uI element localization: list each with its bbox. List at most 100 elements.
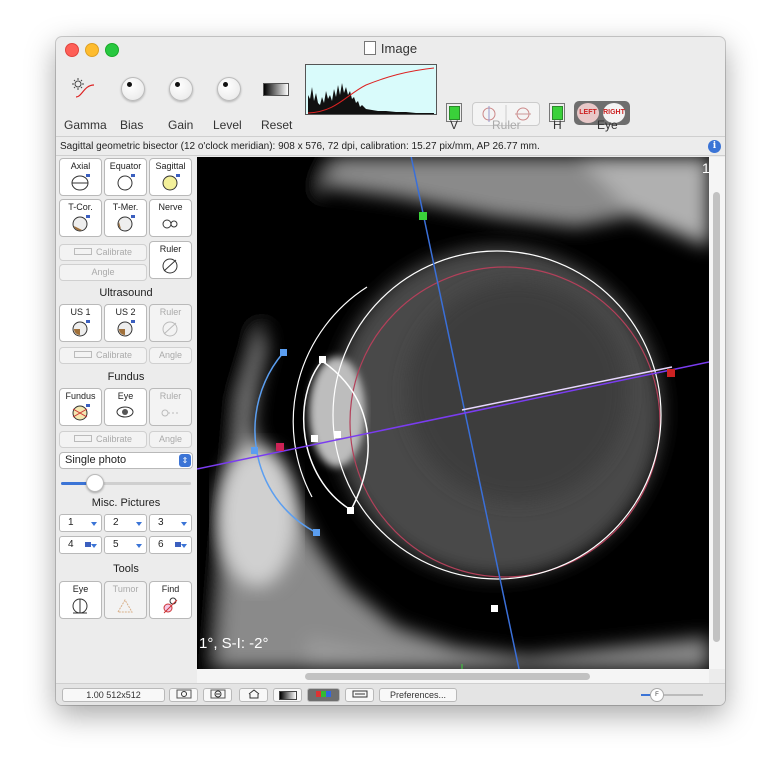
vertical-scroll-thumb[interactable] [713,192,720,642]
chevron-down-icon [181,544,187,548]
view-tcor-button[interactable]: T-Cor. [59,199,102,237]
angle-button[interactable]: Angle [59,264,147,281]
gain-label: Gain [168,118,194,132]
marker-pink[interactable] [276,443,284,451]
fit-width-icon [352,690,367,698]
us-ruler-icon [162,321,178,337]
reset-label: Reset [261,118,293,132]
document-icon [363,41,376,55]
view-sagittal-label: Sagittal [155,161,186,171]
image-window: Image Gamma Bias Gain Level Reset V Rule… [56,37,725,705]
ruler-tool-icon [162,258,178,274]
horizontal-scrollbar[interactable] [197,669,709,683]
fundus-eye-button[interactable]: Eye [104,388,147,426]
info-bar: Sagittal geometric bisector (12 o'clock … [56,136,725,156]
histogram[interactable] [305,64,437,115]
misc-picture-2[interactable]: 2 [104,514,147,532]
left-eye-button[interactable]: LEFT [577,103,599,123]
zoom-out-icon [176,689,191,699]
marker-lens-left[interactable] [311,435,318,442]
photo-mode-select[interactable]: Single photo ⇕ [59,452,193,469]
horizontal-scroll-thumb[interactable] [305,673,590,680]
info-icon[interactable]: i [708,140,721,153]
fundus-ruler-button[interactable]: Ruler [149,388,192,426]
ruler-tool-button[interactable]: Ruler [149,241,192,279]
marker-lens-bottom[interactable] [347,507,354,514]
misc-picture-4[interactable]: 4 [59,536,102,554]
tool-find-button[interactable]: Find [149,581,192,619]
fundus-calibrate-label: Calibrate [95,434,133,444]
chevron-down-icon [136,522,142,526]
eye-measure-icon [72,598,88,614]
zoom-out-button[interactable] [169,688,198,702]
fundus-ruler-icon [161,409,180,417]
zoom-in-button[interactable] [203,688,232,702]
us2-button[interactable]: US 2 [104,304,147,342]
image-viewer[interactable]: 1 1°, S-I: -2° [197,157,709,669]
marker-lens-top[interactable] [319,356,326,363]
level-knob[interactable] [217,77,241,101]
ruler-label: Ruler [492,118,521,132]
color-channels-button[interactable] [307,688,340,702]
fundus-calibrate-button[interactable]: Calibrate [59,431,147,448]
misc-picture-6[interactable]: 6 [149,536,192,554]
zoom-in-icon [210,689,225,699]
bias-knob[interactable] [121,77,145,101]
view-axial-button[interactable]: Axial [59,158,102,196]
home-button[interactable] [239,688,268,702]
fundus-angle-button[interactable]: Angle [149,431,192,448]
tmer-icon [117,215,135,232]
title-bar: Image [56,37,725,61]
view-sagittal-button[interactable]: Sagittal [149,158,192,196]
misc-picture-1-label: 1 [68,517,74,528]
info-text: Sagittal geometric bisector (12 o'clock … [60,141,540,152]
magnification-slider-thumb[interactable]: F [650,688,664,702]
fundus-button[interactable]: Fundus [59,388,102,426]
tool-tumor-button[interactable]: Tumor [104,581,147,619]
reset-gradient-icon[interactable] [263,83,289,96]
fundus-eye-label: Eye [117,391,134,401]
nerve-icon [162,219,178,229]
globe-core [407,282,627,502]
fit-width-button[interactable] [345,688,374,702]
marker-red[interactable] [667,369,675,377]
us1-button[interactable]: US 1 [59,304,102,342]
us-ruler-button[interactable]: Ruler [149,304,192,342]
h-label: H [553,118,562,132]
tool-tumor-label: Tumor [112,584,139,594]
us-angle-button[interactable]: Angle [149,347,192,364]
bias-label: Bias [120,118,144,132]
misc-picture-6-label: 6 [158,539,164,550]
photo-slider-track[interactable] [61,482,191,485]
gain-knob[interactable] [169,77,193,101]
us-calibrate-label: Calibrate [95,350,133,360]
marker-green[interactable] [419,212,427,220]
marker-blue-top[interactable] [280,349,287,356]
marker-blue-left[interactable] [251,447,258,454]
grayscale-button[interactable] [273,688,302,702]
calibrate-button[interactable]: Calibrate [59,244,147,261]
chevron-updown-icon: ⇕ [179,454,191,467]
view-equator-button[interactable]: Equator [104,158,147,196]
preferences-button[interactable]: Preferences... [379,688,457,702]
gamma-icon[interactable] [70,77,96,99]
chevron-down-icon [91,544,97,548]
misc-picture-5[interactable]: 5 [104,536,147,554]
scan-canvas[interactable]: 1 [197,157,709,669]
view-nerve-button[interactable]: Nerve [149,199,192,237]
tumor-icon [117,599,133,613]
photo-slider-thumb[interactable] [85,474,104,492]
view-tmer-label: T-Mer. [112,202,139,212]
us-calibrate-button[interactable]: Calibrate [59,347,147,364]
tool-eye-button[interactable]: Eye [59,581,102,619]
tool-eye-label: Eye [72,584,89,594]
fundus-section-title: Fundus [107,371,145,383]
tool-find-label: Find [161,584,180,594]
marker-lens-right[interactable] [334,431,341,438]
misc-picture-1[interactable]: 1 [59,514,102,532]
vertical-scrollbar[interactable] [709,157,725,669]
misc-picture-3[interactable]: 3 [149,514,192,532]
marker-blue-bottom[interactable] [313,529,320,536]
marker-sclera-bottom[interactable] [491,605,498,612]
view-tmer-button[interactable]: T-Mer. [104,199,147,237]
